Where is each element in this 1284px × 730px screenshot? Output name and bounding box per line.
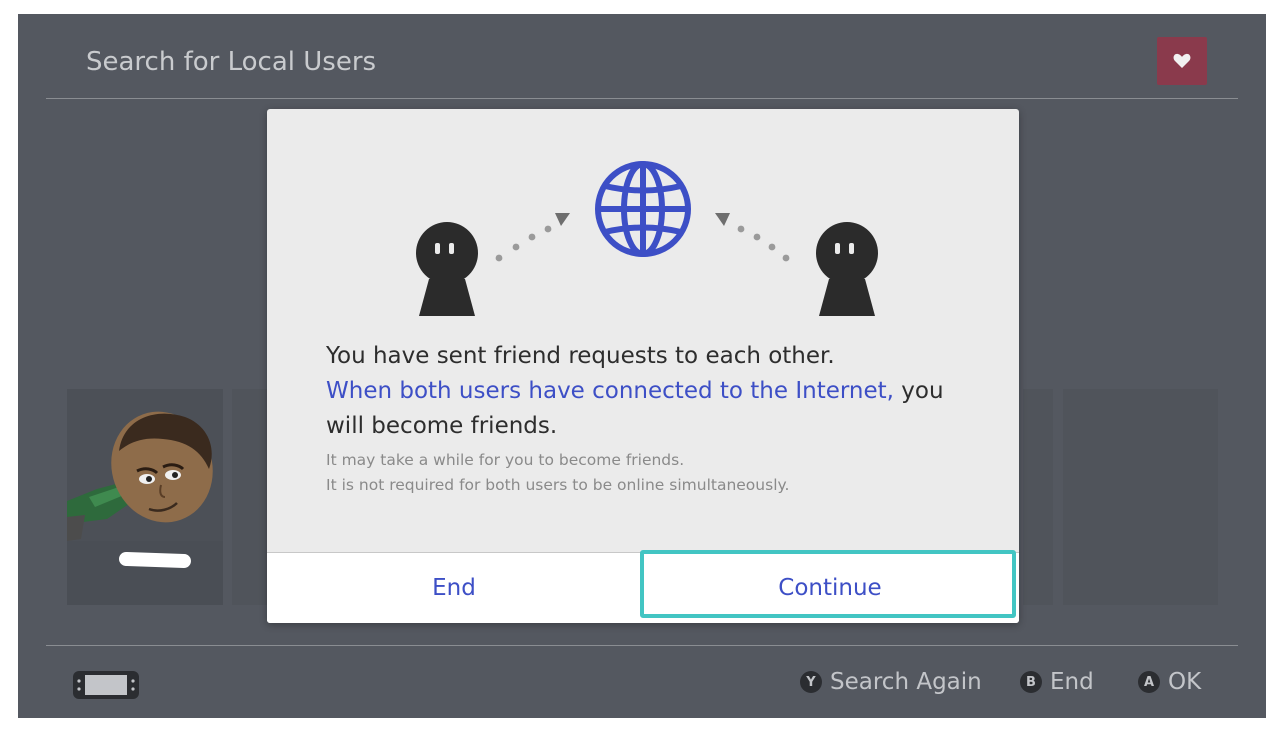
footer-divider bbox=[46, 645, 1238, 646]
user-silhouette-icon bbox=[416, 222, 478, 316]
dialog-note: It may take a while for you to become fr… bbox=[326, 448, 986, 498]
internet-link-text: When both users have connected to the In… bbox=[326, 378, 894, 404]
hint-label: Search Again bbox=[830, 669, 982, 695]
user-name-band bbox=[67, 541, 223, 605]
globe-icon bbox=[595, 161, 691, 257]
header-divider bbox=[46, 98, 1238, 99]
hint-ok[interactable]: A OK bbox=[1138, 669, 1201, 695]
message-line-2: When both users have connected to the In… bbox=[326, 374, 986, 409]
b-button-icon: B bbox=[1020, 671, 1042, 693]
user-tile-empty bbox=[1023, 389, 1053, 605]
friend-request-dialog: You have sent friend requests to each ot… bbox=[267, 109, 1019, 623]
hint-end[interactable]: B End bbox=[1020, 669, 1094, 695]
redacted-username bbox=[118, 551, 192, 569]
hint-label: OK bbox=[1168, 669, 1202, 695]
mii-avatar bbox=[67, 411, 213, 541]
user-silhouette-icon bbox=[816, 222, 878, 316]
hint-label: End bbox=[1050, 669, 1094, 695]
y-button-icon: Y bbox=[800, 671, 822, 693]
console-handheld-icon bbox=[73, 671, 139, 699]
page-title: Search for Local Users bbox=[86, 47, 377, 77]
message-line-3: will become friends. bbox=[326, 413, 558, 439]
user-tile-empty bbox=[1063, 389, 1218, 605]
dialog-message: You have sent friend requests to each ot… bbox=[326, 339, 986, 444]
connection-illustration bbox=[416, 161, 878, 316]
heart-icon bbox=[1173, 53, 1191, 68]
continue-label: Continue bbox=[778, 575, 882, 601]
note-line-2: It is not required for both users to be … bbox=[326, 476, 790, 494]
message-line-1: You have sent friend requests to each ot… bbox=[326, 343, 835, 369]
a-button-icon: A bbox=[1138, 671, 1160, 693]
user-tile-empty bbox=[232, 389, 272, 605]
hint-search-again[interactable]: Y Search Again bbox=[800, 669, 982, 695]
message-line-2-rest: you bbox=[893, 378, 944, 404]
continue-button[interactable]: Continue bbox=[640, 550, 1019, 623]
end-button[interactable]: End bbox=[267, 553, 641, 623]
note-line-1: It may take a while for you to become fr… bbox=[326, 451, 685, 469]
user-tile-mii[interactable] bbox=[67, 389, 223, 605]
heart-button[interactable] bbox=[1157, 37, 1207, 85]
